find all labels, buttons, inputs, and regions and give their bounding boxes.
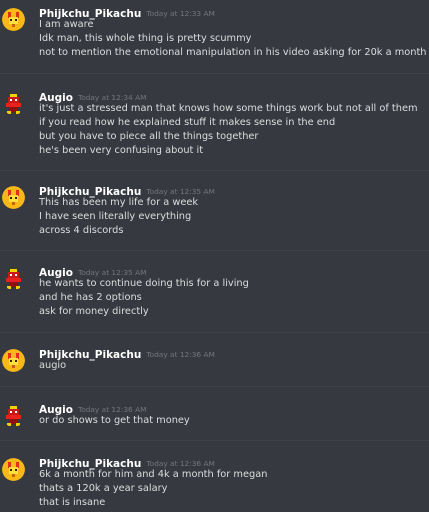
timestamp[interactable]: Today at 12:35 AM — [146, 187, 215, 196]
pikachu-avatar-icon[interactable] — [2, 186, 25, 209]
message-content: he wants to continue doing this for a li… — [39, 277, 425, 319]
message-divider — [0, 440, 429, 441]
message-header: Phijkchu_Pikachu Today at 12:36 AM — [39, 455, 215, 470]
message-content: augio — [39, 359, 425, 373]
message-divider — [0, 332, 429, 333]
timestamp[interactable]: Today at 12:36 AM — [78, 405, 147, 414]
chat-message-list[interactable]: Phijkchu_Pikachu Today at 12:33 AM I am a… — [0, 0, 429, 512]
timestamp[interactable]: Today at 12:34 AM — [78, 93, 147, 102]
message-header: Augio Today at 12:36 AM — [39, 401, 147, 416]
timestamp[interactable]: Today at 12:35 AM — [78, 268, 147, 277]
message-line: Idk man, this whole thing is pretty scum… — [39, 32, 252, 44]
message-divider — [0, 386, 429, 387]
message-line: I have seen literally everything — [39, 210, 192, 222]
message-line: it's just a stressed man that knows how … — [39, 103, 418, 114]
message-divider — [0, 170, 429, 171]
timestamp[interactable]: Today at 12:36 AM — [146, 350, 215, 359]
timestamp[interactable]: Today at 12:36 AM — [146, 459, 215, 468]
message-content: or do shows to get that money — [39, 414, 425, 428]
message-line: he's been very confusing about it — [39, 144, 204, 156]
message-content: I am aware Idk man, this whole thing is … — [39, 18, 427, 60]
message-header: Phijkchu_Pikachu Today at 12:36 AM — [39, 346, 215, 361]
message-line: but you have to piece all the things tog… — [39, 130, 259, 142]
message-line: he wants to continue doing this for a li… — [39, 278, 249, 289]
message-line: or do shows to get that money — [39, 415, 190, 426]
message-line: not to mention the emotional manipulatio… — [39, 46, 427, 58]
pikachu-avatar-icon[interactable] — [2, 8, 25, 31]
pikachu-avatar-icon[interactable] — [2, 349, 25, 372]
message-line: if you read how he explained stuff it ma… — [39, 116, 336, 128]
message-line: augio — [39, 360, 67, 371]
message-header: Augio Today at 12:35 AM — [39, 264, 147, 279]
timestamp[interactable]: Today at 12:33 AM — [146, 9, 215, 18]
message-content: 6k a month for him and 4k a month for me… — [39, 468, 425, 510]
message-line: ask for money directly — [39, 305, 149, 317]
red-character-avatar-icon[interactable] — [2, 92, 25, 115]
message-line: across 4 discords — [39, 224, 124, 236]
message-divider — [0, 73, 429, 74]
message-line: and he has 2 options — [39, 291, 142, 303]
red-character-avatar-icon[interactable] — [2, 267, 25, 290]
message-divider — [0, 250, 429, 251]
message-line: 6k a month for him and 4k a month for me… — [39, 469, 268, 480]
message-content: This has been my life for a week I have … — [39, 196, 425, 238]
pikachu-avatar-icon[interactable] — [2, 458, 25, 481]
message-line: This has been my life for a week — [39, 197, 199, 208]
red-character-avatar-icon[interactable] — [2, 404, 25, 427]
message-line: I am aware — [39, 19, 94, 30]
message-header: Augio Today at 12:34 AM — [39, 89, 147, 104]
message-line: that is insane — [39, 496, 106, 508]
message-content: it's just a stressed man that knows how … — [39, 102, 425, 158]
message-header: Phijkchu_Pikachu Today at 12:35 AM — [39, 183, 215, 198]
message-line: thats a 120k a year salary — [39, 482, 168, 494]
message-header: Phijkchu_Pikachu Today at 12:33 AM — [39, 5, 215, 20]
